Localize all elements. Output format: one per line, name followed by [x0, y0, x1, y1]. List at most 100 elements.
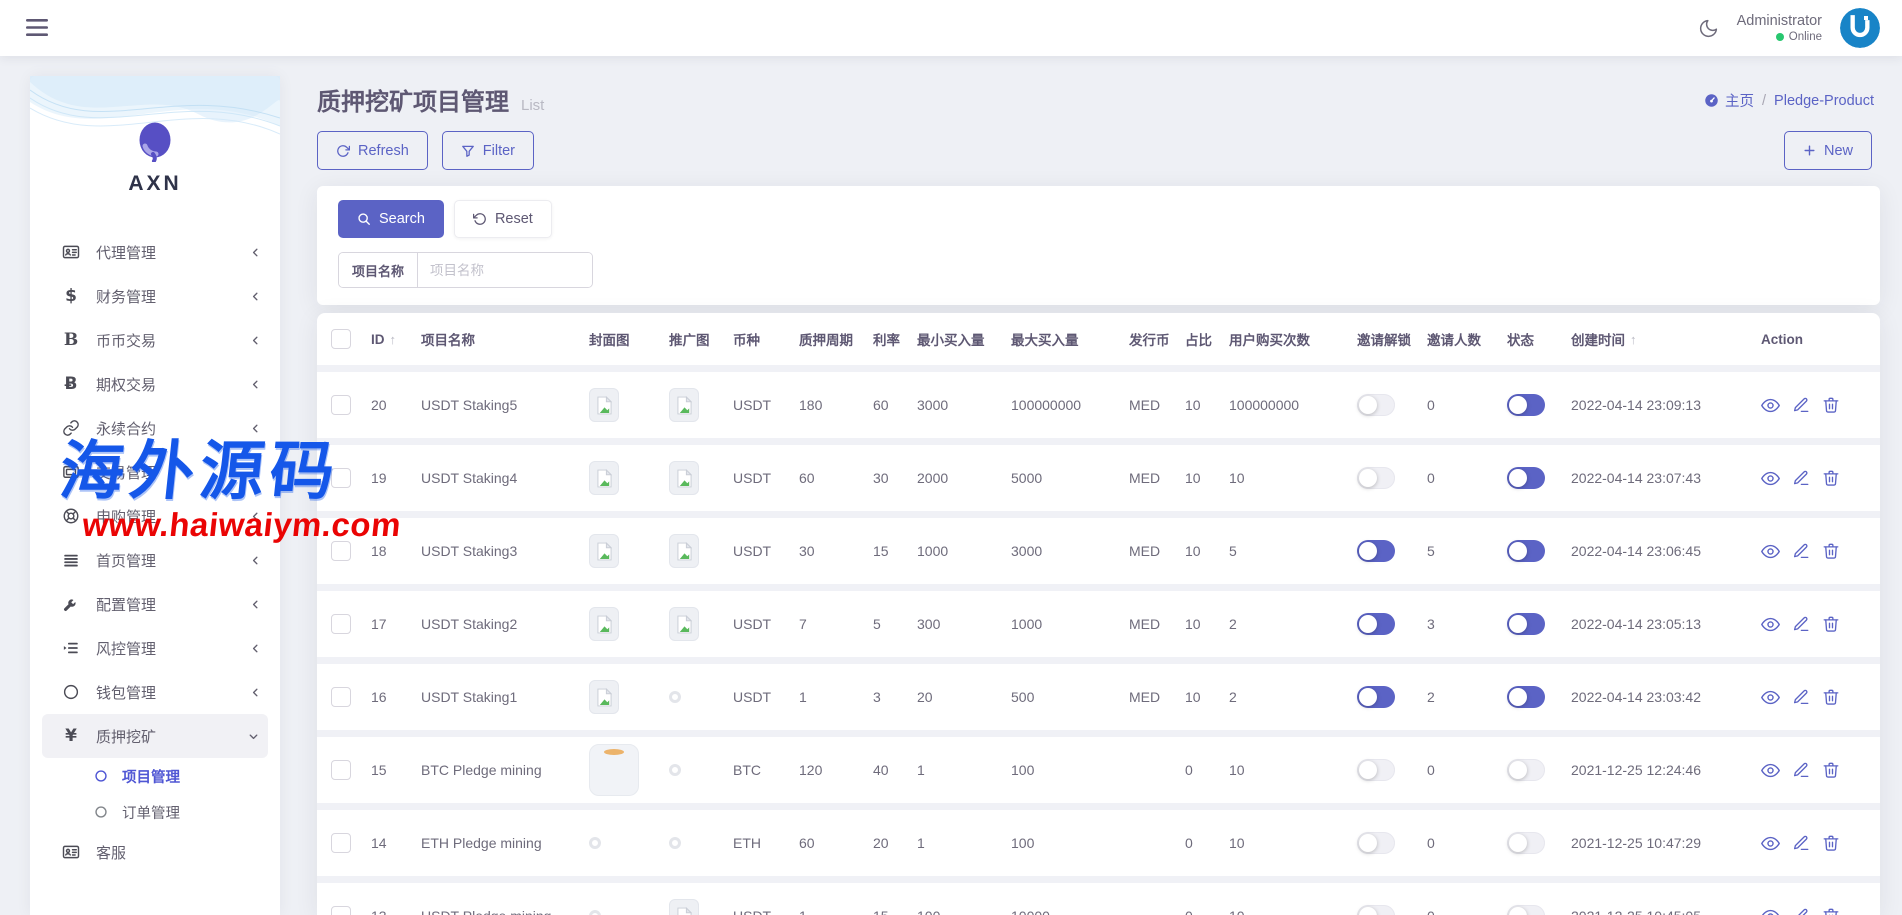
view-icon[interactable] — [1761, 615, 1780, 634]
cell-coin: USDT — [733, 543, 799, 559]
sidebar-item-agent[interactable]: 代理管理 — [30, 230, 280, 274]
col-header-promo: 推广图 — [669, 329, 733, 349]
delete-icon[interactable] — [1822, 907, 1840, 915]
delete-icon[interactable] — [1822, 761, 1840, 780]
invite-unlock-toggle[interactable] — [1357, 832, 1395, 854]
row-checkbox[interactable] — [331, 468, 351, 488]
delete-icon[interactable] — [1822, 615, 1840, 634]
sidebar-item-homepage[interactable]: 首页管理 — [30, 538, 280, 582]
invite-unlock-toggle[interactable] — [1357, 686, 1395, 708]
imgcard-icon — [60, 463, 82, 481]
view-icon[interactable] — [1761, 834, 1780, 853]
sidebar-item-risk[interactable]: 风控管理 — [30, 626, 280, 670]
edit-icon[interactable] — [1792, 615, 1810, 634]
chevron-left-icon — [249, 642, 262, 655]
bletter-icon: B — [60, 330, 82, 350]
cell-issue-coin: MED — [1129, 543, 1185, 559]
delete-icon[interactable] — [1822, 688, 1840, 707]
brand-logo-icon — [137, 120, 173, 162]
row-actions — [1761, 615, 1840, 634]
status-toggle[interactable] — [1507, 467, 1545, 489]
view-icon[interactable] — [1761, 907, 1780, 915]
edit-icon[interactable] — [1792, 761, 1810, 780]
project-name-input[interactable] — [418, 253, 592, 287]
dark-mode-moon-icon[interactable] — [1698, 18, 1719, 39]
invite-unlock-toggle[interactable] — [1357, 394, 1395, 416]
row-checkbox[interactable] — [331, 760, 351, 780]
user-avatar[interactable] — [1840, 8, 1880, 48]
status-toggle[interactable] — [1507, 759, 1545, 781]
status-toggle[interactable] — [1507, 613, 1545, 635]
invite-unlock-toggle[interactable] — [1357, 467, 1395, 489]
brand-name: AXN — [30, 172, 280, 196]
row-checkbox[interactable] — [331, 906, 351, 915]
view-icon[interactable] — [1761, 542, 1780, 561]
hamburger-menu-icon[interactable] — [26, 19, 48, 37]
status-toggle[interactable] — [1507, 540, 1545, 562]
invite-unlock-toggle[interactable] — [1357, 759, 1395, 781]
view-icon[interactable] — [1761, 469, 1780, 488]
status-toggle[interactable] — [1507, 686, 1545, 708]
cell-created-time: 2021-12-25 10:47:29 — [1571, 835, 1761, 851]
edit-icon[interactable] — [1792, 542, 1810, 561]
table-row: 17USDT Staking2USDT753001000MED10232022-… — [317, 584, 1880, 657]
chevron-left-icon — [249, 422, 262, 435]
sidebar-item-wallet[interactable]: 钱包管理 — [30, 670, 280, 714]
sidebar-item-finance[interactable]: $财务管理 — [30, 274, 280, 318]
breadcrumb-home-link[interactable]: 主页 — [1704, 90, 1754, 111]
col-header-created[interactable]: 创建时间↑ — [1571, 329, 1761, 349]
breadcrumb-current[interactable]: Pledge-Product — [1774, 93, 1874, 109]
search-button[interactable]: Search — [338, 200, 444, 238]
sidebar-item-perpetual[interactable]: 永续合约 — [30, 406, 280, 450]
delete-icon[interactable] — [1822, 396, 1840, 415]
row-checkbox[interactable] — [331, 614, 351, 634]
row-actions — [1761, 469, 1840, 488]
sidebar-item-pledge[interactable]: ¥质押挖矿 — [42, 714, 268, 758]
circle-icon — [60, 683, 82, 701]
delete-icon[interactable] — [1822, 834, 1840, 853]
cell-issue-coin: MED — [1129, 689, 1185, 705]
status-toggle[interactable] — [1507, 394, 1545, 416]
sidebar-item-support[interactable]: 客服 — [30, 830, 280, 874]
row-checkbox[interactable] — [331, 541, 351, 561]
view-icon[interactable] — [1761, 688, 1780, 707]
edit-icon[interactable] — [1792, 834, 1810, 853]
filter-button[interactable]: Filter — [442, 131, 534, 170]
delete-icon[interactable] — [1822, 542, 1840, 561]
status-toggle[interactable] — [1507, 832, 1545, 854]
bitcoin-icon: Ƀ — [60, 374, 82, 394]
cell-period: 1 — [799, 689, 873, 705]
user-block[interactable]: Administrator Online — [1737, 12, 1822, 45]
invite-unlock-toggle[interactable] — [1357, 540, 1395, 562]
cell-max-buy: 5000 — [1011, 470, 1129, 486]
edit-icon[interactable] — [1792, 907, 1810, 915]
status-toggle[interactable] — [1507, 905, 1545, 915]
invite-unlock-toggle[interactable] — [1357, 613, 1395, 635]
new-button[interactable]: New — [1784, 131, 1872, 170]
view-icon[interactable] — [1761, 396, 1780, 415]
select-all-checkbox[interactable] — [331, 329, 351, 349]
col-header-id[interactable]: ID↑ — [371, 332, 421, 347]
sidebar-item-config[interactable]: 配置管理 — [30, 582, 280, 626]
view-icon[interactable] — [1761, 761, 1780, 780]
sidebar-subitem-order[interactable]: 订单管理 — [30, 794, 280, 830]
cell-project-name: USDT Staking1 — [421, 689, 589, 705]
sidebar-item-trade[interactable]: 交易管理 — [30, 450, 280, 494]
invite-unlock-toggle[interactable] — [1357, 905, 1395, 915]
col-header-period: 质押周期 — [799, 329, 873, 349]
sidebar-item-options[interactable]: Ƀ期权交易 — [30, 362, 280, 406]
row-checkbox[interactable] — [331, 833, 351, 853]
delete-icon[interactable] — [1822, 469, 1840, 488]
refresh-button[interactable]: Refresh — [317, 131, 428, 170]
row-checkbox[interactable] — [331, 687, 351, 707]
edit-icon[interactable] — [1792, 469, 1810, 488]
sidebar-item-subscribe[interactable]: 申购管理 — [30, 494, 280, 538]
wrench-icon — [60, 595, 82, 613]
cell-id: 18 — [371, 543, 421, 559]
edit-icon[interactable] — [1792, 396, 1810, 415]
reset-button[interactable]: Reset — [454, 200, 552, 238]
sidebar-subitem-project[interactable]: 项目管理 — [30, 758, 280, 794]
row-checkbox[interactable] — [331, 395, 351, 415]
sidebar-item-spot[interactable]: B币币交易 — [30, 318, 280, 362]
edit-icon[interactable] — [1792, 688, 1810, 707]
